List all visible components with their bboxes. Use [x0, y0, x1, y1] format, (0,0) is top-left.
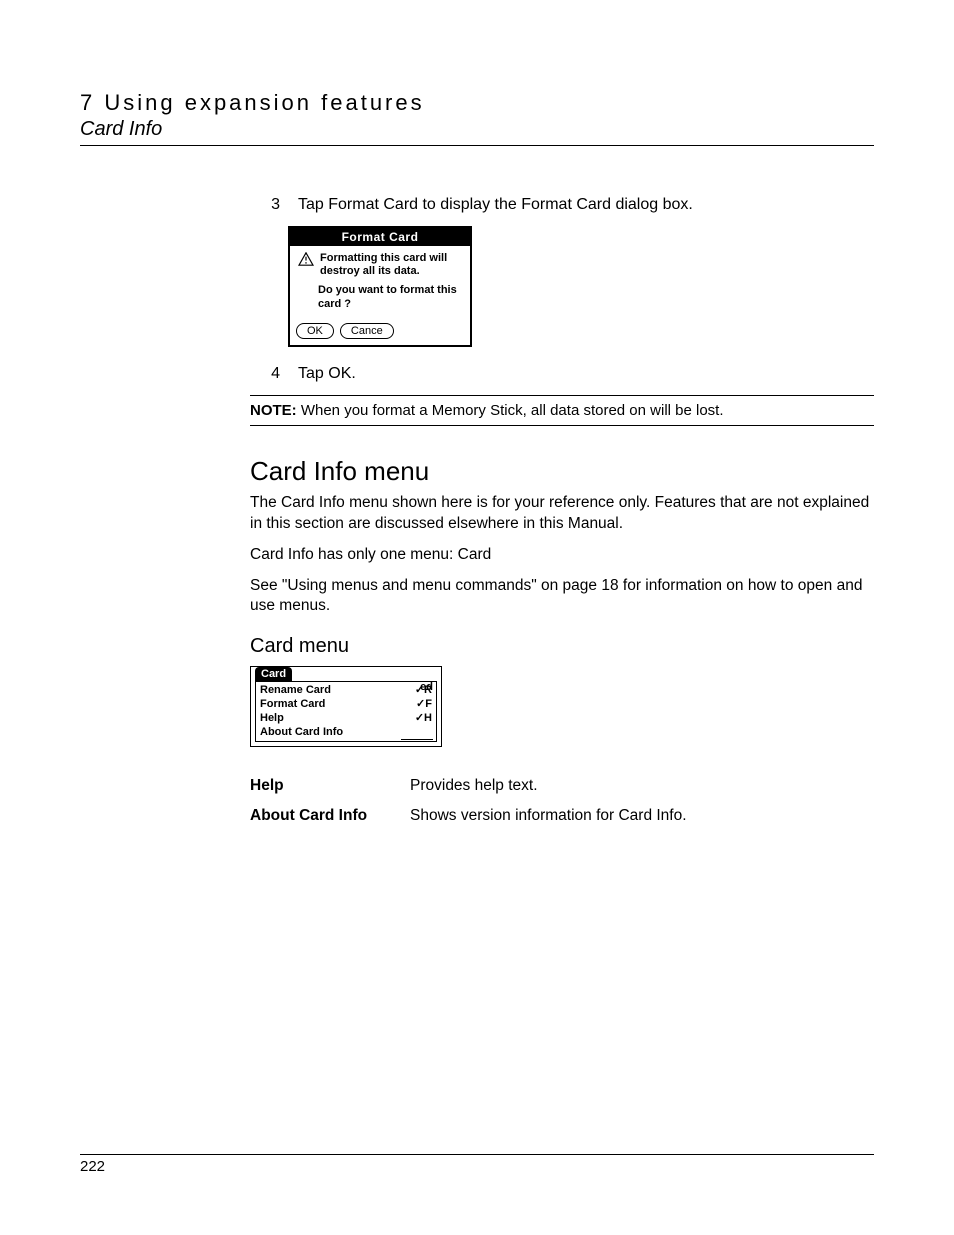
step-number: 4	[250, 365, 298, 383]
dialog-warning-text: Formatting this card will destroy all it…	[320, 252, 462, 278]
menu-item-rename-card[interactable]: Rename Card ✓R	[260, 684, 432, 698]
paragraph: See "Using menus and menu commands" on p…	[250, 576, 874, 618]
menu-dropdown: Rename Card ✓R Format Card ✓F Help ✓H Ab…	[255, 681, 437, 742]
step-text: Tap Format Card to display the Format Ca…	[298, 196, 874, 214]
definition-row: Help Provides help text.	[250, 777, 874, 795]
heading-card-menu: Card menu	[250, 635, 874, 658]
menu-item-label: About Card Info	[260, 726, 343, 740]
definition-desc: Provides help text.	[410, 777, 538, 795]
menu-item-shortcut: ✓H	[415, 712, 432, 726]
definition-row: About Card Info Shows version informatio…	[250, 807, 874, 825]
step-3: 3 Tap Format Card to display the Format …	[250, 196, 874, 214]
cancel-button[interactable]: Cance	[340, 323, 394, 339]
format-card-dialog: Format Card Formatting this card will de…	[288, 226, 472, 347]
menu-underline	[401, 739, 433, 740]
menu-item-label: Rename Card	[260, 684, 331, 698]
definition-term: Help	[250, 777, 410, 795]
definitions-table: Help Provides help text. About Card Info…	[250, 777, 874, 825]
section-title: Card Info	[80, 118, 874, 141]
step-text: Tap OK.	[298, 365, 874, 383]
dialog-title: Format Card	[290, 228, 470, 246]
ok-button[interactable]: OK	[296, 323, 334, 339]
heading-card-info-menu: Card Info menu	[250, 456, 874, 487]
note-text: When you format a Memory Stick, all data…	[301, 402, 724, 419]
page-footer: 222	[80, 1154, 874, 1175]
paragraph: The Card Info menu shown here is for you…	[250, 493, 874, 535]
step-4: 4 Tap OK.	[250, 365, 874, 383]
card-menu-screenshot: Card Rename Card ✓R Format Card ✓F Help …	[250, 666, 442, 747]
definition-desc: Shows version information for Card Info.	[410, 807, 687, 825]
menu-item-format-card[interactable]: Format Card ✓F	[260, 698, 432, 712]
page-header: 7 Using expansion features Card Info	[80, 90, 874, 146]
definition-term: About Card Info	[250, 807, 410, 825]
warning-icon	[298, 252, 314, 266]
chapter-title: 7 Using expansion features	[80, 90, 874, 116]
dialog-question: Do you want to format this card ?	[318, 284, 462, 310]
menu-item-label: Format Card	[260, 698, 325, 712]
note-label: NOTE:	[250, 402, 297, 419]
menu-item-about-card-info[interactable]: About Card Info	[260, 726, 432, 740]
paragraph: Card Info has only one menu: Card	[250, 545, 874, 566]
menu-item-help[interactable]: Help ✓H	[260, 712, 432, 726]
menu-tab-card[interactable]: Card	[255, 667, 292, 681]
note-block: NOTE: When you format a Memory Stick, al…	[250, 395, 874, 426]
page-number: 222	[80, 1158, 105, 1175]
menu-suffix-text: ed	[420, 681, 433, 693]
menu-item-shortcut: ✓F	[416, 698, 432, 712]
menu-item-label: Help	[260, 712, 284, 726]
step-number: 3	[250, 196, 298, 214]
